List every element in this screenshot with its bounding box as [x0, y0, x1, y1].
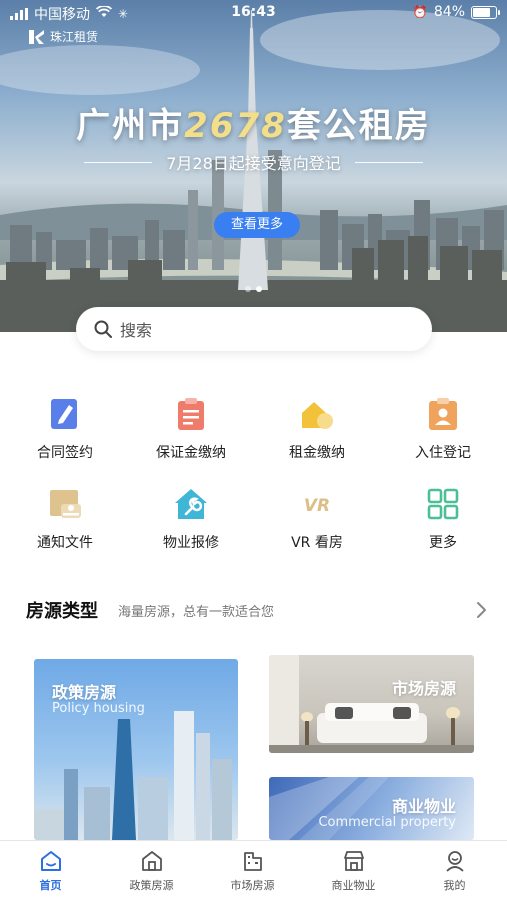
- svg-text:VR: VR: [304, 496, 330, 516]
- tab-label: 商业物业: [331, 879, 376, 892]
- search-bar[interactable]: 搜索: [76, 307, 432, 351]
- search-placeholder: 搜索: [120, 321, 153, 340]
- divider: [354, 161, 423, 163]
- more-grid-icon: [427, 488, 459, 520]
- card-title: 政策房源: [52, 683, 117, 702]
- rent-payment-icon: [302, 402, 333, 429]
- hero-title-prefix: 广州市: [76, 106, 185, 146]
- tab-profile[interactable]: 我的: [404, 849, 505, 893]
- tab-policy-housing[interactable]: 政策房源: [101, 849, 202, 893]
- hero-title-number: 2678: [184, 106, 287, 146]
- contract-sign-icon: [51, 399, 77, 429]
- hero-title-suffix: 套公租房: [286, 106, 431, 146]
- status-bar: 中国移动 ✳ 16:43 ⏰ 84%: [0, 0, 507, 26]
- tab-label: 首页: [39, 879, 62, 892]
- card-subtitle: Policy housing: [52, 701, 145, 716]
- service-check-in[interactable]: 入住登记: [380, 396, 506, 462]
- carousel-dot-active[interactable]: [256, 286, 262, 292]
- chevron-right-icon[interactable]: [474, 600, 488, 620]
- check-in-icon: [429, 398, 457, 430]
- bottom-tab-bar: 首页 政策房源 市场房源 商业物业 我的: [0, 840, 507, 901]
- alarm-icon: ⏰: [412, 5, 428, 19]
- service-repair[interactable]: 物业报修: [128, 486, 254, 552]
- building-icon: [243, 852, 262, 871]
- service-notice-file[interactable]: 通知文件: [2, 486, 128, 552]
- repair-icon: [175, 489, 207, 519]
- brand-name: 珠江租赁: [50, 30, 99, 44]
- service-rent-payment[interactable]: 租金缴纳: [254, 396, 380, 462]
- search-icon: [94, 320, 112, 338]
- tab-label: 我的: [443, 879, 466, 892]
- deposit-icon: [178, 398, 204, 430]
- carousel-dot[interactable]: [245, 286, 251, 292]
- card-market-housing[interactable]: 市场房源: [269, 655, 474, 753]
- card-subtitle: Commercial property: [318, 815, 456, 830]
- market-housing-image: [269, 655, 474, 753]
- notice-file-icon: [50, 490, 81, 518]
- hero-banner[interactable]: 中国移动 ✳ 16:43 ⏰ 84% 珠江租赁 广州市2678套公租房 7月28…: [0, 0, 507, 332]
- section-title: 房源类型: [26, 601, 98, 622]
- service-label: 物业报修: [163, 535, 219, 551]
- user-icon: [445, 851, 464, 872]
- hero-subtitle: 7月28日起接受意向登记: [166, 154, 341, 173]
- tab-home[interactable]: 首页: [0, 849, 101, 893]
- service-label: VR 看房: [291, 535, 343, 551]
- service-label: 通知文件: [37, 535, 93, 551]
- house-icon: [141, 851, 162, 871]
- hero-title: 广州市2678套公租房: [0, 98, 507, 147]
- brand-logo: 珠江租赁: [28, 28, 98, 45]
- service-label: 租金缴纳: [289, 445, 345, 461]
- carousel-dots[interactable]: [0, 286, 507, 292]
- brand-mark-icon: [29, 29, 44, 44]
- divider: [84, 161, 153, 163]
- tab-label: 市场房源: [230, 879, 275, 892]
- service-vr[interactable]: VR VR 看房: [254, 486, 380, 552]
- card-title: 商业物业: [391, 797, 456, 816]
- hero-subtitle-row: 7月28日起接受意向登记: [0, 150, 507, 174]
- card-title: 市场房源: [391, 679, 456, 698]
- battery-percent: 84%: [433, 4, 465, 20]
- service-more[interactable]: 更多: [380, 486, 506, 552]
- card-policy-housing[interactable]: 政策房源 Policy housing: [34, 659, 238, 840]
- battery-icon: [471, 5, 500, 19]
- service-label: 合同签约: [37, 445, 93, 461]
- section-subtitle: 海量房源，总有一款适合您: [118, 604, 275, 620]
- store-icon: [343, 851, 364, 871]
- service-label: 入住登记: [415, 445, 471, 461]
- service-label: 保证金缴纳: [156, 445, 226, 461]
- vr-icon: VR: [304, 496, 330, 516]
- service-label: 更多: [429, 535, 457, 551]
- view-more-button[interactable]: 查看更多: [214, 212, 300, 238]
- service-deposit[interactable]: 保证金缴纳: [128, 396, 254, 462]
- tab-label: 政策房源: [129, 879, 174, 892]
- tab-market-housing[interactable]: 市场房源: [202, 849, 303, 893]
- card-commercial-property[interactable]: 商业物业 Commercial property: [269, 777, 474, 840]
- service-contract-sign[interactable]: 合同签约: [2, 396, 128, 462]
- tab-commercial-property[interactable]: 商业物业: [303, 849, 404, 893]
- home-icon: [40, 851, 61, 871]
- housing-types-header[interactable]: 房源类型 海量房源，总有一款适合您: [26, 596, 488, 624]
